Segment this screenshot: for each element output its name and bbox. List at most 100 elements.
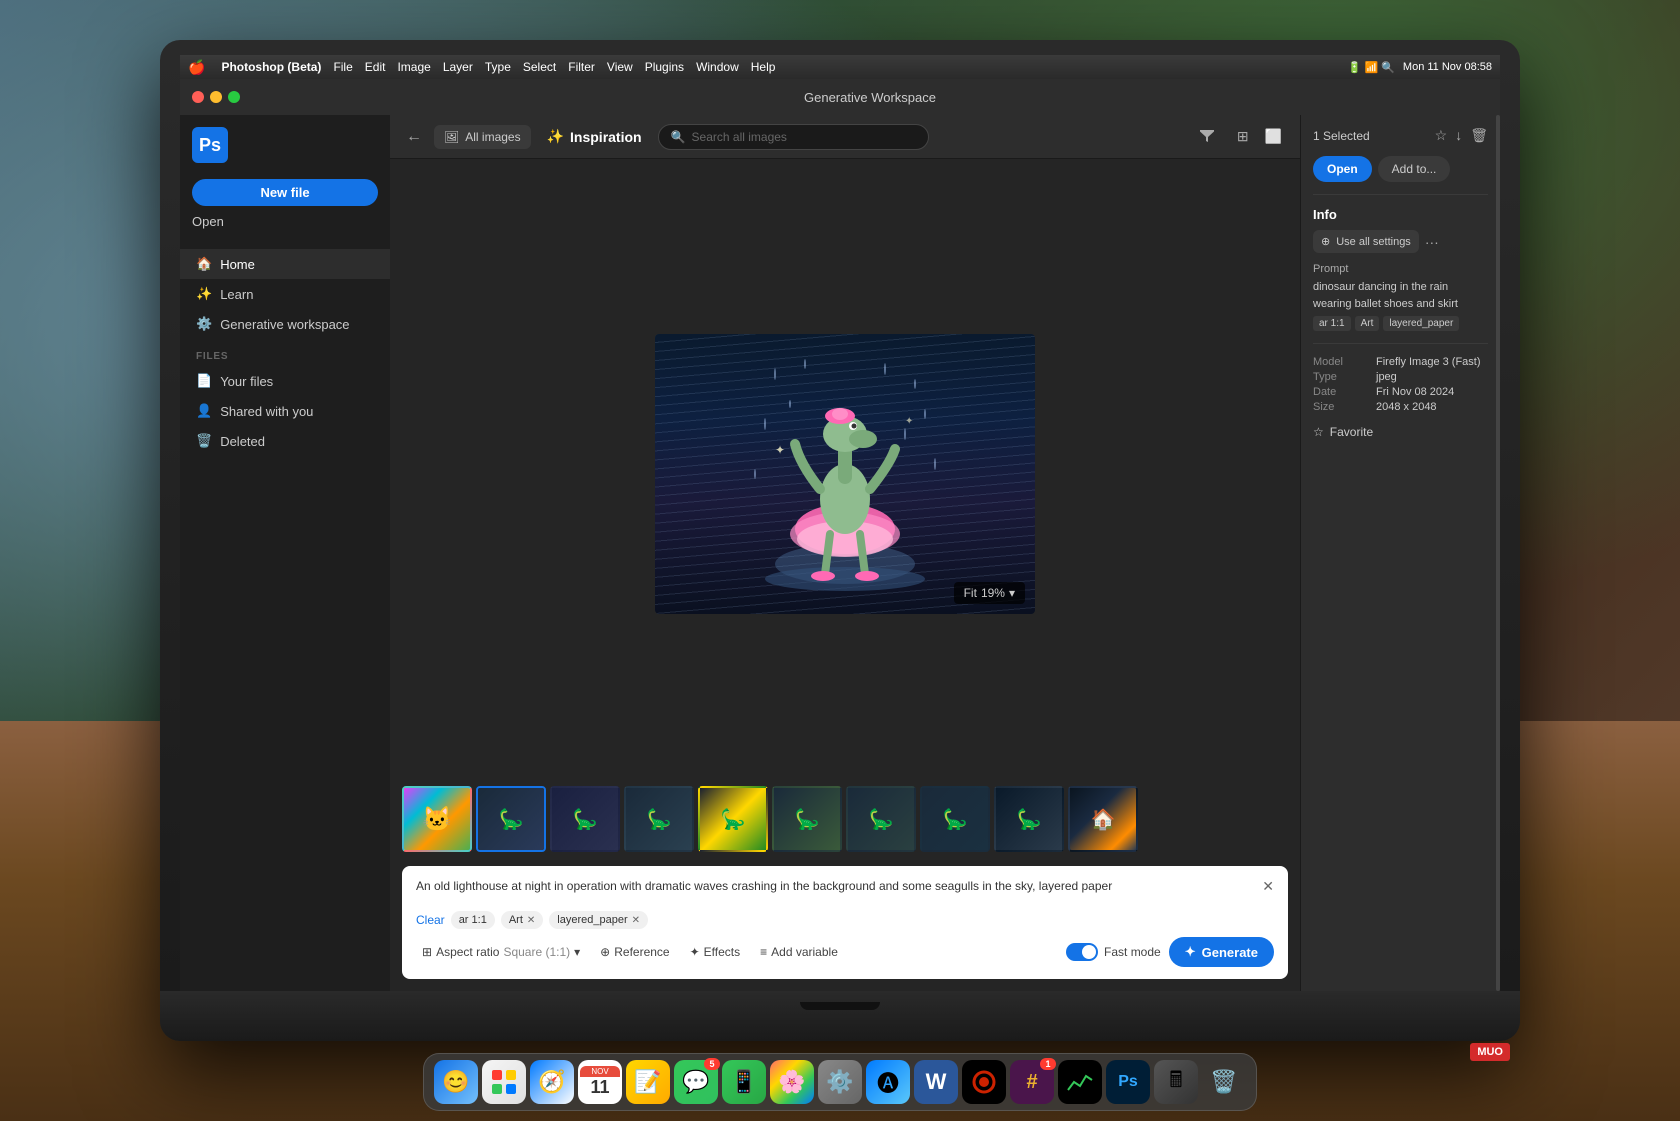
thumbnail-7[interactable]: 🦕 bbox=[846, 786, 916, 852]
main-image[interactable]: ✦ ✦ Fit 19% ▾ bbox=[655, 334, 1035, 614]
menu-plugins[interactable]: Plugins bbox=[645, 60, 684, 74]
menu-edit[interactable]: Edit bbox=[365, 60, 386, 74]
thumbnail-1[interactable]: 🐱 bbox=[402, 786, 472, 852]
file-icon: 📄 bbox=[196, 373, 212, 389]
dock-safari[interactable]: 🧭 bbox=[530, 1060, 574, 1104]
clear-button[interactable]: Clear bbox=[416, 913, 445, 927]
right-panel: 1 Selected ☆ ↓ 🗑 Open Add to... bbox=[1300, 115, 1500, 991]
menu-file[interactable]: File bbox=[333, 60, 352, 74]
model-label: Model bbox=[1313, 356, 1373, 368]
close-button[interactable] bbox=[192, 91, 204, 103]
menu-help[interactable]: Help bbox=[751, 60, 776, 74]
fit-control[interactable]: Fit 19% ▾ bbox=[954, 582, 1025, 604]
add-to-button[interactable]: Add to... bbox=[1378, 156, 1451, 182]
more-options-button[interactable]: ··· bbox=[1425, 234, 1439, 250]
thumbnail-4[interactable]: 🦕 bbox=[624, 786, 694, 852]
reference-button[interactable]: ⊕ Reference bbox=[594, 941, 675, 963]
thumbnail-9[interactable]: 🦕 bbox=[994, 786, 1064, 852]
fast-mode-switch[interactable] bbox=[1066, 943, 1098, 961]
add-variable-button[interactable]: ≡ Add variable bbox=[754, 941, 844, 963]
menu-layer[interactable]: Layer bbox=[443, 60, 473, 74]
prompt-close-button[interactable]: ✕ bbox=[1262, 878, 1274, 895]
effects-button[interactable]: ✦ Effects bbox=[684, 941, 747, 963]
back-button[interactable]: ← bbox=[402, 124, 426, 150]
prompt-value: dinosaur dancing in the rain wearing bal… bbox=[1313, 279, 1488, 312]
dock-notes[interactable]: 📝 bbox=[626, 1060, 670, 1104]
generative-icon: ⚙️ bbox=[196, 316, 212, 332]
info-section: Info ⊕ Use all settings ··· Prompt dinos… bbox=[1313, 207, 1488, 331]
dock-phone[interactable]: 📱 bbox=[722, 1060, 766, 1104]
thumbnail-lighthouse[interactable]: 🏠 bbox=[1068, 786, 1138, 852]
open-link[interactable]: Open bbox=[192, 210, 378, 233]
open-button[interactable]: Open bbox=[1313, 156, 1372, 182]
maximize-button[interactable] bbox=[228, 91, 240, 103]
grid-view-button[interactable]: ⊞ bbox=[1231, 124, 1255, 149]
star-icon[interactable]: ☆ bbox=[1435, 127, 1448, 144]
thumbnail-6[interactable]: 🦕 bbox=[772, 786, 842, 852]
svg-text:✦: ✦ bbox=[905, 416, 913, 427]
menu-image[interactable]: Image bbox=[397, 60, 430, 74]
search-bar[interactable]: 🔍 Search all images bbox=[658, 124, 930, 150]
panel-scrollbar[interactable] bbox=[1496, 115, 1500, 991]
delete-icon[interactable]: 🗑 bbox=[1470, 127, 1488, 144]
sidebar-item-shared[interactable]: 👤 Shared with you bbox=[180, 396, 390, 426]
sidebar-item-learn[interactable]: ✨ Learn bbox=[180, 279, 390, 309]
dock-davinci[interactable] bbox=[962, 1060, 1006, 1104]
screen-bezel: 🍎 Photoshop (Beta) File Edit Image Layer… bbox=[180, 55, 1500, 991]
thumbnail-3[interactable]: 🦕 bbox=[550, 786, 620, 852]
traffic-lights bbox=[192, 91, 240, 103]
tag-art-remove[interactable]: ✕ bbox=[527, 915, 535, 926]
photoshop-logo: Ps bbox=[192, 127, 228, 163]
apple-menu[interactable]: 🍎 bbox=[188, 59, 205, 76]
sidebar-item-home[interactable]: 🏠 Home bbox=[180, 249, 390, 279]
dock-slack[interactable]: # 1 bbox=[1010, 1060, 1054, 1104]
new-file-button[interactable]: New file bbox=[192, 179, 378, 206]
generate-button[interactable]: ✦ Generate bbox=[1169, 937, 1274, 967]
app-name[interactable]: Photoshop (Beta) bbox=[221, 60, 321, 74]
macbook-laptop: 🍎 Photoshop (Beta) File Edit Image Layer… bbox=[160, 40, 1520, 1041]
tag-layered-paper-remove[interactable]: ✕ bbox=[632, 915, 640, 926]
menu-view[interactable]: View bbox=[607, 60, 633, 74]
macbook-bottom bbox=[160, 991, 1520, 1041]
use-settings-button[interactable]: ⊕ Use all settings bbox=[1313, 230, 1419, 253]
single-view-button[interactable]: ⬜ bbox=[1259, 124, 1288, 149]
zoom-dropdown-icon: ▾ bbox=[1009, 586, 1015, 600]
thumbnail-8[interactable]: 🦕 bbox=[920, 786, 990, 852]
menu-filter[interactable]: Filter bbox=[568, 60, 595, 74]
dock-stocks[interactable] bbox=[1058, 1060, 1102, 1104]
tag-layered-paper: layered_paper ✕ bbox=[549, 911, 648, 929]
fast-mode-toggle[interactable]: Fast mode bbox=[1066, 943, 1161, 961]
inspiration-tab[interactable]: ✨ Inspiration bbox=[539, 123, 650, 150]
menu-type[interactable]: Type bbox=[485, 60, 511, 74]
sidebar-item-deleted[interactable]: 🗑️ Deleted bbox=[180, 426, 390, 456]
panel-tag-art: Art bbox=[1355, 316, 1380, 331]
dock-trash[interactable]: 🗑️ bbox=[1202, 1060, 1246, 1104]
dock-app-store[interactable]: 🅐 bbox=[866, 1060, 910, 1104]
thumbnail-2[interactable]: 🦕 bbox=[476, 786, 546, 852]
dock-calendar[interactable]: NOV 11 bbox=[578, 1060, 622, 1104]
dock-system-prefs[interactable]: ⚙️ bbox=[818, 1060, 862, 1104]
sidebar: Ps New file Open 🏠 Home ✨ Learn ⚙️ bbox=[180, 115, 390, 991]
menu-window[interactable]: Window bbox=[696, 60, 739, 74]
download-icon[interactable]: ↓ bbox=[1455, 127, 1462, 144]
dock-photos[interactable]: 🌸 bbox=[770, 1060, 814, 1104]
menu-select[interactable]: Select bbox=[523, 60, 556, 74]
mac-menu-bar: 🍎 Photoshop (Beta) File Edit Image Layer… bbox=[180, 55, 1500, 79]
sidebar-item-generative-workspace[interactable]: ⚙️ Generative workspace bbox=[180, 309, 390, 339]
sidebar-item-your-files[interactable]: 📄 Your files bbox=[180, 366, 390, 396]
dock-photoshop[interactable]: Ps bbox=[1106, 1060, 1150, 1104]
dock-launchpad[interactable] bbox=[482, 1060, 526, 1104]
aspect-ratio-button[interactable]: ⊞ Aspect ratio Square (1:1) ▾ bbox=[416, 941, 586, 963]
prompt-controls: ⊞ Aspect ratio Square (1:1) ▾ ⊕ Referenc… bbox=[416, 937, 1274, 967]
dock-messages[interactable]: 💬 5 bbox=[674, 1060, 718, 1104]
minimize-button[interactable] bbox=[210, 91, 222, 103]
all-images-button[interactable]: 🖼 All images bbox=[434, 125, 531, 149]
dock-word[interactable]: W bbox=[914, 1060, 958, 1104]
window-title: Generative Workspace bbox=[252, 90, 1488, 105]
dock-finder[interactable]: 😊 bbox=[434, 1060, 478, 1104]
favorite-button[interactable]: ☆ Favorite bbox=[1313, 425, 1488, 439]
dock-calculator[interactable]: 🖩 bbox=[1154, 1060, 1198, 1104]
thumbnail-5[interactable]: 🦕 bbox=[698, 786, 768, 852]
filter-button[interactable] bbox=[1191, 123, 1223, 150]
image-area: ✦ ✦ Fit 19% ▾ bbox=[390, 159, 1300, 991]
